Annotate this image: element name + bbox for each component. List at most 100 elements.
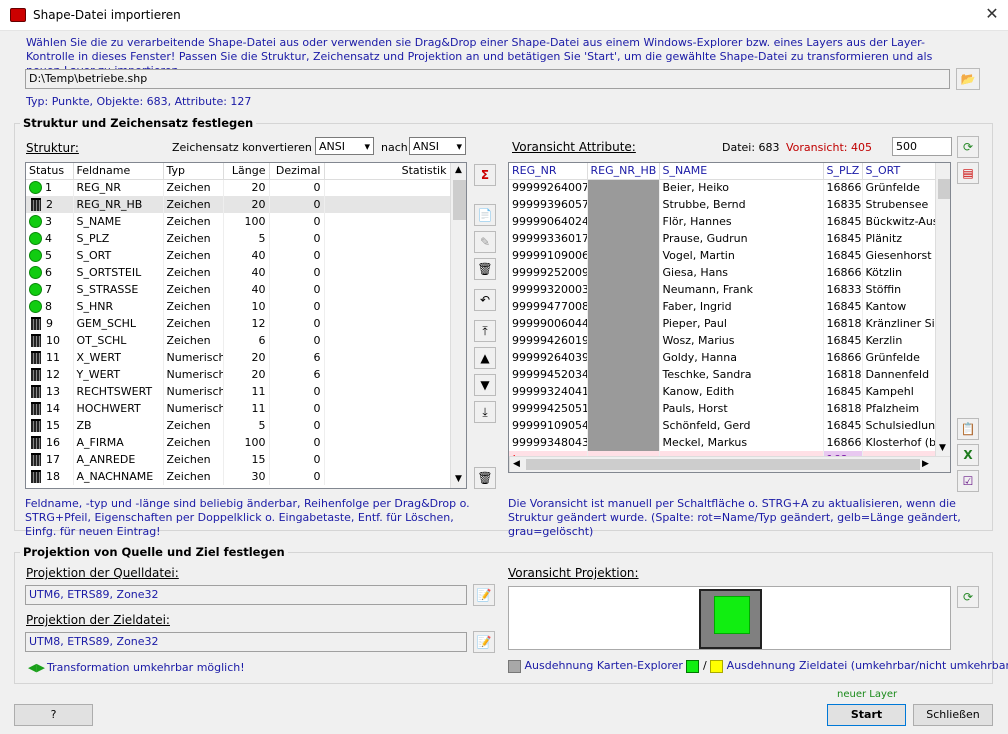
field-name-cell[interactable]: Y_WERT [73, 366, 164, 383]
structure-row[interactable]: 13 RECHTSWERT Numerisch 11 0 [26, 383, 451, 400]
preview-row[interactable]: 999990060445 Pieper, Paul16818Kränzliner … [509, 315, 936, 332]
field-type-cell[interactable]: Zeichen [163, 213, 224, 230]
field-decimal-cell[interactable]: 0 [269, 298, 325, 315]
field-decimal-cell[interactable]: 0 [269, 213, 325, 230]
structure-row[interactable]: 14 HOCHWERT Numerisch 11 0 [26, 400, 451, 417]
excel-export-icon[interactable]: X [957, 444, 979, 466]
field-length-cell[interactable]: 30 [223, 468, 270, 485]
field-type-cell[interactable]: Zeichen [163, 247, 224, 264]
field-name-cell[interactable]: X_WERT [73, 349, 164, 366]
edit-field-icon[interactable]: ✎ [474, 231, 496, 253]
structure-row[interactable]: 7 S_STRASSE Zeichen 40 0 [26, 281, 451, 298]
field-decimal-cell[interactable]: 0 [269, 400, 325, 417]
field-decimal-cell[interactable]: 0 [269, 230, 325, 247]
field-type-cell[interactable]: Zeichen [163, 468, 224, 485]
structure-row[interactable]: 3 S_NAME Zeichen 100 0 [26, 213, 451, 230]
structure-row[interactable]: 15 ZB Zeichen 5 0 [26, 417, 451, 434]
target-projection-field[interactable]: UTM8, ETRS89, Zone32 [25, 632, 467, 652]
preview-col-header[interactable]: S_NAME [659, 163, 824, 180]
charset-to-select[interactable]: ANSI ▾ [409, 137, 466, 155]
field-length-cell[interactable]: 20 [223, 179, 270, 196]
preview-row[interactable]: 999993240419 Kanow, Edith16845Kampehl [509, 383, 936, 400]
field-length-cell[interactable]: 40 [223, 247, 270, 264]
field-decimal-cell[interactable]: 0 [269, 179, 325, 196]
field-type-cell[interactable]: Zeichen [163, 417, 224, 434]
field-name-cell[interactable]: S_NAME [73, 213, 164, 230]
undo-icon[interactable]: ↶ [474, 289, 496, 311]
field-decimal-cell[interactable]: 0 [269, 332, 325, 349]
target-projection-edit-icon[interactable]: 📝 [473, 631, 495, 653]
field-name-cell[interactable]: OT_SCHL [73, 332, 164, 349]
field-length-cell[interactable]: 10 [223, 298, 270, 315]
field-length-cell[interactable]: 11 [223, 383, 270, 400]
structure-col-header[interactable]: Dezimal [269, 163, 325, 180]
field-length-cell[interactable]: 20 [223, 366, 270, 383]
scroll-thumb[interactable] [453, 180, 466, 220]
close-icon[interactable]: ✕ [980, 4, 1004, 23]
field-type-cell[interactable]: Zeichen [163, 315, 224, 332]
structure-row[interactable]: 1 REG_NR Zeichen 20 0 [26, 179, 451, 196]
refresh-preview-icon[interactable]: ⟳ [957, 136, 979, 158]
source-projection-field[interactable]: UTM6, ETRS89, Zone32 [25, 585, 467, 605]
structure-col-header[interactable]: Feldname [73, 163, 164, 180]
scroll-down-icon[interactable]: ▼ [455, 474, 462, 484]
open-folder-icon[interactable]: 📂 [956, 68, 980, 90]
scroll-right-icon[interactable]: ▶ [922, 459, 929, 469]
preview-row[interactable]: 999994260192 Wosz, Marius16845Kerzlin [509, 332, 936, 349]
preview-col-header[interactable]: S_ORT [862, 163, 936, 180]
field-length-cell[interactable]: 12 [223, 315, 270, 332]
structure-col-header[interactable]: Typ [163, 163, 224, 180]
file-path-field[interactable]: D:\Temp\betriebe.shp [25, 69, 950, 89]
new-field-icon[interactable]: 📄 [474, 204, 496, 226]
field-length-cell[interactable]: 5 [223, 417, 270, 434]
structure-col-header[interactable]: Länge [223, 163, 270, 180]
field-name-cell[interactable]: S_HNR [73, 298, 164, 315]
field-name-cell[interactable]: REG_NR_HB [73, 196, 164, 213]
preview-row[interactable]: 999994520341 Teschke, Sandra16818Dannenfe… [509, 366, 936, 383]
structure-scrollbar[interactable]: ▲ ▼ [450, 163, 466, 488]
structure-col-header[interactable]: Statistik [324, 163, 451, 180]
field-name-cell[interactable]: S_ORT [73, 247, 164, 264]
scroll-down-icon[interactable]: ▼ [939, 443, 946, 453]
structure-row[interactable]: 5 S_ORT Zeichen 40 0 [26, 247, 451, 264]
field-length-cell[interactable]: 15 [223, 451, 270, 468]
structure-row[interactable]: 8 S_HNR Zeichen 10 0 [26, 298, 451, 315]
structure-row[interactable]: 16 A_FIRMA Zeichen 100 0 [26, 434, 451, 451]
field-decimal-cell[interactable]: 0 [269, 196, 325, 213]
structure-row[interactable]: 6 S_ORTSTEIL Zeichen 40 0 [26, 264, 451, 281]
field-decimal-cell[interactable]: 0 [269, 383, 325, 400]
refresh-projection-icon[interactable]: ⟳ [957, 586, 979, 608]
scroll-left-icon[interactable]: ◀ [513, 459, 520, 469]
field-type-cell[interactable]: Zeichen [163, 281, 224, 298]
field-length-cell[interactable]: 40 [223, 281, 270, 298]
move-top-icon[interactable]: ⤒ [474, 320, 496, 342]
delete-icon[interactable]: 🗑 [474, 258, 496, 280]
charset-from-select[interactable]: ANSI ▾ [315, 137, 374, 155]
structure-row[interactable]: 17 A_ANREDE Zeichen 15 0 [26, 451, 451, 468]
preview-row[interactable]: 999990640242 Flör, Hannes16845Bückwitz-Au… [509, 213, 936, 230]
move-bottom-icon[interactable]: ⤓ [474, 401, 496, 423]
field-length-cell[interactable]: 20 [223, 196, 270, 213]
field-name-cell[interactable]: A_NACHNAME [73, 468, 164, 485]
field-decimal-cell[interactable]: 0 [269, 417, 325, 434]
close-button[interactable]: Schließen [913, 704, 993, 726]
field-decimal-cell[interactable]: 0 [269, 315, 325, 332]
preview-row[interactable]: 999992520090 Giesa, Hans16866Kötzlin [509, 264, 936, 281]
field-name-cell[interactable]: RECHTSWERT [73, 383, 164, 400]
start-button[interactable]: Start [827, 704, 906, 726]
field-length-cell[interactable]: 6 [223, 332, 270, 349]
help-button[interactable]: ? [14, 704, 93, 726]
field-name-cell[interactable]: S_STRASSE [73, 281, 164, 298]
field-name-cell[interactable]: A_ANREDE [73, 451, 164, 468]
scroll-up-icon[interactable]: ▲ [455, 165, 462, 175]
delete-all-icon[interactable]: 🗑 [474, 467, 496, 489]
structure-row[interactable]: 9 GEM_SCHL Zeichen 12 0 [26, 315, 451, 332]
field-name-cell[interactable]: S_ORTSTEIL [73, 264, 164, 281]
field-type-cell[interactable]: Numerisch [163, 349, 224, 366]
preview-row[interactable]: 999991090548 Schönfeld, Gerd16845Schulsie… [509, 417, 936, 434]
field-type-cell[interactable]: Zeichen [163, 196, 224, 213]
move-up-icon[interactable]: ▲ [474, 347, 496, 369]
field-type-cell[interactable]: Zeichen [163, 332, 224, 349]
scroll-thumb[interactable] [526, 459, 920, 470]
field-type-cell[interactable]: Numerisch [163, 366, 224, 383]
